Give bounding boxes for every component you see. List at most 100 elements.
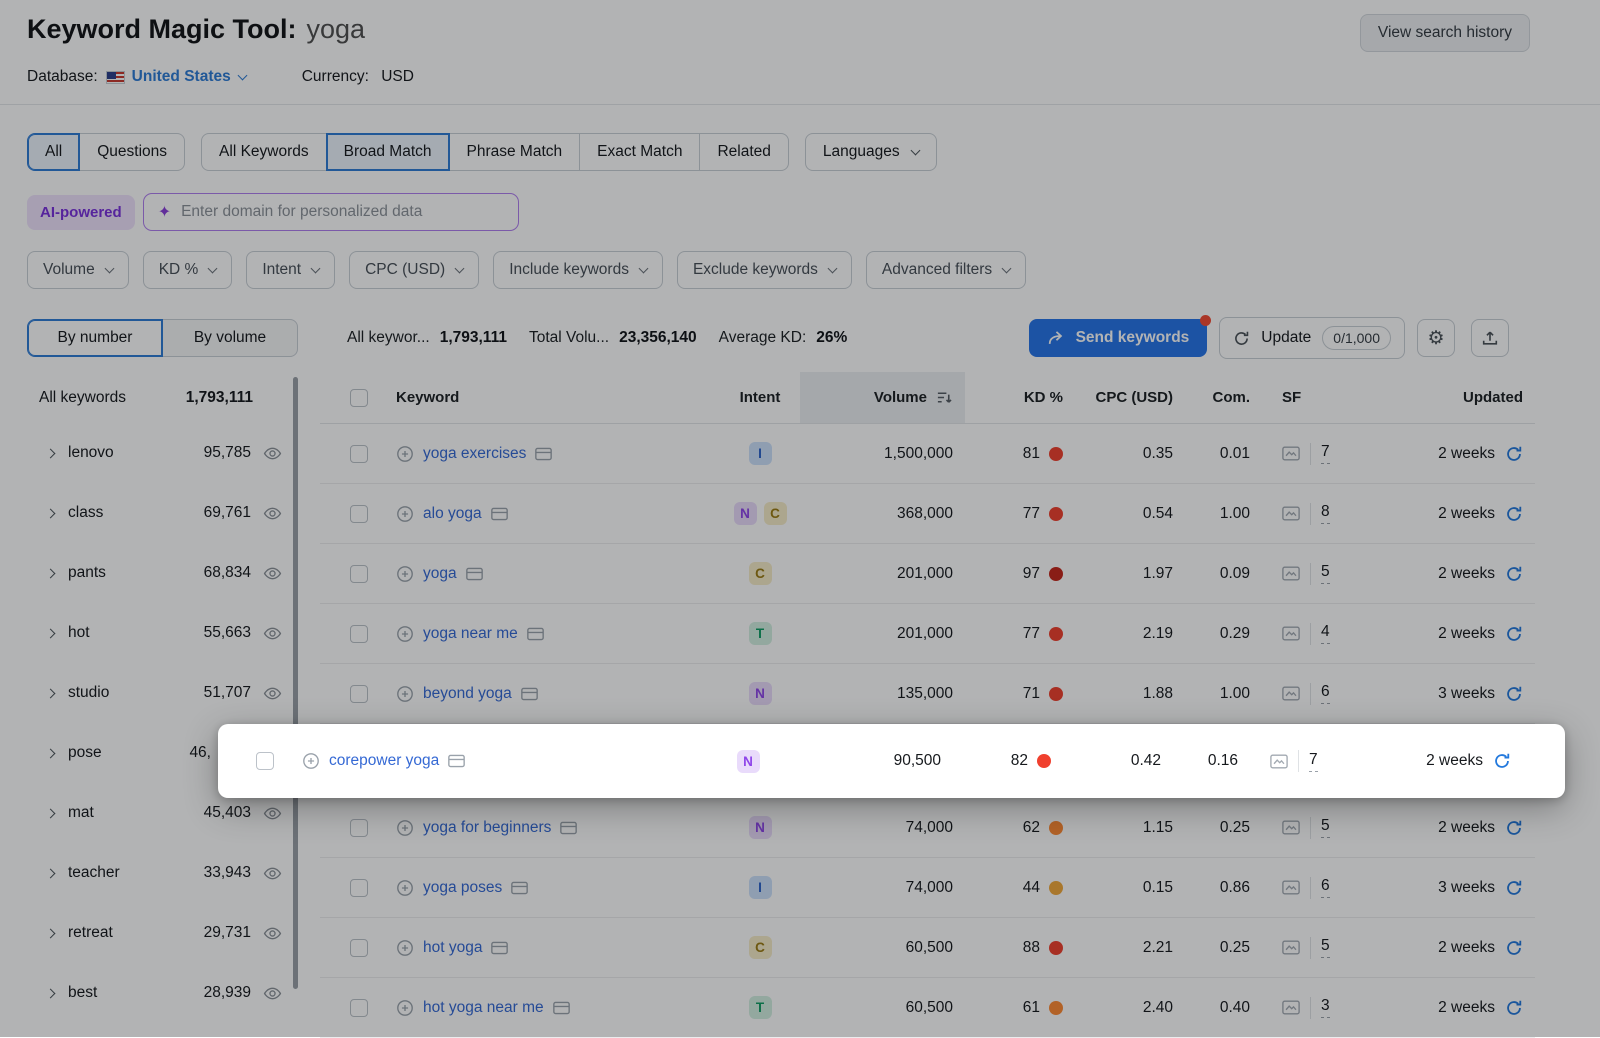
chevron-right-icon[interactable]	[46, 928, 56, 938]
row-checkbox[interactable]	[350, 939, 368, 957]
eye-icon[interactable]	[263, 684, 282, 703]
serp-features-icon[interactable]	[1282, 1000, 1300, 1015]
serp-features-icon[interactable]	[1282, 566, 1300, 581]
sort-desc-icon[interactable]	[936, 389, 953, 406]
add-keyword-icon[interactable]	[396, 999, 414, 1017]
refresh-icon[interactable]	[1505, 505, 1523, 523]
column-cpc[interactable]: CPC (USD)	[1075, 372, 1185, 423]
table-row-beyond-yoga[interactable]: beyond yoga N 135,000 71 1.88 1.00 6 3 w…	[320, 664, 1535, 724]
filter-intent[interactable]: Intent	[246, 251, 335, 289]
row-checkbox[interactable]	[350, 819, 368, 837]
sf-count[interactable]: 5	[1321, 937, 1330, 958]
domain-input[interactable]	[181, 203, 504, 221]
languages-dropdown[interactable]: Languages	[805, 133, 937, 171]
eye-icon[interactable]	[263, 984, 282, 1003]
sidebar-scrollbar[interactable]	[293, 377, 298, 989]
serp-preview-icon[interactable]	[535, 447, 552, 461]
row-checkbox[interactable]	[350, 505, 368, 523]
toggle-by-volume[interactable]: By volume	[162, 319, 298, 357]
sf-count[interactable]: 3	[1321, 997, 1330, 1018]
keyword-link[interactable]: yoga for beginners	[423, 819, 551, 837]
chevron-right-icon[interactable]	[46, 808, 56, 818]
tab-broad-match[interactable]: Broad Match	[326, 133, 450, 171]
column-com[interactable]: Com.	[1185, 372, 1262, 423]
row-checkbox[interactable]	[350, 999, 368, 1017]
sf-count[interactable]: 7	[1321, 443, 1330, 464]
refresh-icon[interactable]	[1493, 752, 1511, 770]
eye-icon[interactable]	[263, 864, 282, 883]
serp-features-icon[interactable]	[1282, 686, 1300, 701]
table-row-corepower-yoga-spotlight[interactable]: corepower yoga N 90,500 82 0.42 0.16 7 2…	[218, 724, 1565, 798]
sf-count[interactable]: 6	[1321, 877, 1330, 898]
table-row-yoga-poses[interactable]: yoga poses I 74,000 44 0.15 0.86 6 3 wee…	[320, 858, 1535, 918]
serp-preview-icon[interactable]	[448, 754, 465, 768]
add-keyword-icon[interactable]	[396, 625, 414, 643]
chevron-right-icon[interactable]	[46, 988, 56, 998]
sidebar-item-teacher[interactable]: teacher 33,943	[27, 843, 282, 903]
database-selector[interactable]: United States	[132, 68, 246, 86]
update-button[interactable]: Update 0/1,000	[1219, 317, 1405, 359]
serp-preview-icon[interactable]	[560, 821, 577, 835]
settings-button[interactable]: ⚙	[1417, 319, 1455, 357]
eye-icon[interactable]	[263, 924, 282, 943]
serp-features-icon[interactable]	[1282, 940, 1300, 955]
table-row-yoga[interactable]: yoga C 201,000 97 1.97 0.09 5 2 weeks	[320, 544, 1535, 604]
serp-features-icon[interactable]	[1282, 506, 1300, 521]
tab-phrase-match[interactable]: Phrase Match	[449, 133, 581, 171]
sidebar-item-pants[interactable]: pants 68,834	[27, 543, 282, 603]
filter-volume[interactable]: Volume	[27, 251, 129, 289]
all-keywords-row[interactable]: All keywords 1,793,111	[27, 373, 282, 423]
keyword-link[interactable]: alo yoga	[423, 505, 482, 523]
row-checkbox[interactable]	[350, 445, 368, 463]
sf-count[interactable]: 7	[1309, 751, 1318, 772]
table-row-hot-yoga-near-me[interactable]: hot yoga near me T 60,500 61 2.40 0.40 3…	[320, 978, 1535, 1038]
chevron-right-icon[interactable]	[46, 748, 56, 758]
keyword-link[interactable]: hot yoga	[423, 939, 482, 957]
table-row-yoga-exercises[interactable]: yoga exercises I 1,500,000 81 0.35 0.01 …	[320, 424, 1535, 484]
sidebar-item-best[interactable]: best 28,939	[27, 963, 282, 1023]
sidebar-item-class[interactable]: class 69,761	[27, 483, 282, 543]
add-keyword-icon[interactable]	[396, 445, 414, 463]
refresh-icon[interactable]	[1505, 879, 1523, 897]
sidebar-item-hot[interactable]: hot 55,663	[27, 603, 282, 663]
filter-include-keywords[interactable]: Include keywords	[493, 251, 663, 289]
row-checkbox[interactable]	[350, 685, 368, 703]
sf-count[interactable]: 4	[1321, 623, 1330, 644]
filter-cpc[interactable]: CPC (USD)	[349, 251, 479, 289]
sidebar-item-studio[interactable]: studio 51,707	[27, 663, 282, 723]
row-checkbox[interactable]	[350, 625, 368, 643]
eye-icon[interactable]	[263, 804, 282, 823]
chevron-right-icon[interactable]	[46, 448, 56, 458]
filter-exclude-keywords[interactable]: Exclude keywords	[677, 251, 852, 289]
eye-icon[interactable]	[263, 564, 282, 583]
serp-features-icon[interactable]	[1282, 880, 1300, 895]
serp-preview-icon[interactable]	[511, 881, 528, 895]
eye-icon[interactable]	[263, 444, 282, 463]
add-keyword-icon[interactable]	[396, 819, 414, 837]
serp-preview-icon[interactable]	[521, 687, 538, 701]
refresh-icon[interactable]	[1505, 999, 1523, 1017]
add-keyword-icon[interactable]	[396, 939, 414, 957]
serp-features-icon[interactable]	[1282, 820, 1300, 835]
add-keyword-icon[interactable]	[396, 565, 414, 583]
tab-all[interactable]: All	[27, 133, 80, 171]
chevron-right-icon[interactable]	[46, 508, 56, 518]
filter-kd[interactable]: KD %	[143, 251, 233, 289]
sf-count[interactable]: 5	[1321, 563, 1330, 584]
toggle-by-number[interactable]: By number	[27, 319, 163, 357]
refresh-icon[interactable]	[1505, 445, 1523, 463]
serp-features-icon[interactable]	[1270, 754, 1288, 769]
select-all-checkbox[interactable]	[350, 389, 368, 407]
chevron-right-icon[interactable]	[46, 568, 56, 578]
domain-input-wrapper[interactable]: ✦	[143, 193, 519, 231]
chevron-right-icon[interactable]	[46, 868, 56, 878]
send-keywords-button[interactable]: Send keywords	[1029, 319, 1208, 357]
serp-preview-icon[interactable]	[491, 941, 508, 955]
filter-advanced[interactable]: Advanced filters	[866, 251, 1026, 289]
refresh-icon[interactable]	[1505, 625, 1523, 643]
sf-count[interactable]: 6	[1321, 683, 1330, 704]
tab-questions[interactable]: Questions	[79, 133, 185, 171]
table-row-yoga-for-beginners[interactable]: yoga for beginners N 74,000 62 1.15 0.25…	[320, 798, 1535, 858]
tab-related[interactable]: Related	[699, 133, 788, 171]
chevron-right-icon[interactable]	[46, 628, 56, 638]
